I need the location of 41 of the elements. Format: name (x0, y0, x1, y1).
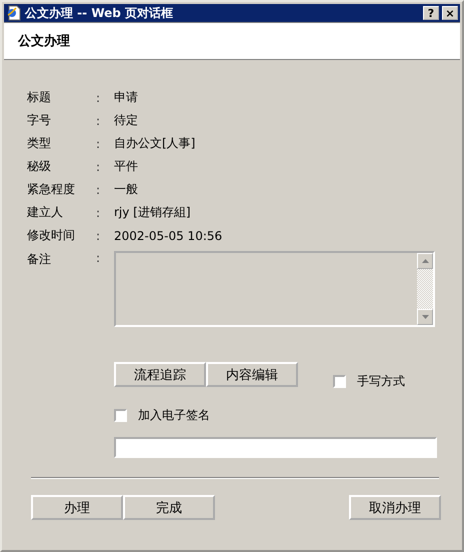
field-label: 字号 (27, 112, 52, 129)
field-value: rjy [进销存組] (114, 204, 191, 221)
field-value: 平件 (114, 158, 138, 175)
action-button[interactable]: 流程追踪 (114, 362, 206, 387)
field-label: 类型 (27, 135, 52, 152)
field-label: 备注 (27, 251, 52, 268)
footer-button[interactable]: 完成 (123, 495, 215, 520)
footer-button[interactable]: 办理 (31, 495, 123, 520)
colon: : (96, 160, 102, 174)
colon: : (96, 90, 102, 104)
colon: : (96, 228, 102, 242)
field-value: 待定 (114, 112, 138, 129)
colon: : (96, 136, 102, 150)
field-label: 修改时间 (27, 227, 76, 244)
checkbox-label: 手写方式 (357, 373, 405, 390)
notes-textarea[interactable] (114, 251, 435, 327)
field-label: 紧急程度 (27, 181, 76, 198)
field-value: 2002-05-05 10:56 (114, 228, 222, 242)
field-value: 一般 (114, 181, 138, 198)
action-button[interactable]: 内容编辑 (206, 362, 298, 387)
field-value: 自办公文[人事] (114, 135, 196, 152)
scrollbar[interactable] (417, 253, 433, 325)
help-button[interactable]: ? (423, 6, 439, 20)
down-arrow-icon (422, 315, 428, 319)
colon: : (96, 182, 102, 196)
window-title: 公文办理 -- Web 页对话框 (25, 4, 174, 22)
page-title: 公文办理 (18, 32, 70, 50)
checkbox[interactable] (114, 409, 127, 422)
checkbox[interactable] (333, 375, 346, 388)
field-label: 标题 (27, 89, 52, 106)
checkbox-label: 加入电子签名 (138, 407, 210, 424)
colon: : (96, 251, 102, 267)
colon: : (96, 206, 102, 220)
signature-field[interactable] (114, 437, 437, 458)
footer-button[interactable]: 取消办理 (349, 495, 441, 520)
field-label: 建立人 (27, 204, 64, 221)
field-label: 秘级 (27, 158, 52, 175)
field-value: 申请 (114, 89, 138, 106)
colon: : (96, 114, 102, 128)
up-arrow-icon (422, 259, 428, 263)
close-button[interactable]: × (442, 6, 458, 20)
